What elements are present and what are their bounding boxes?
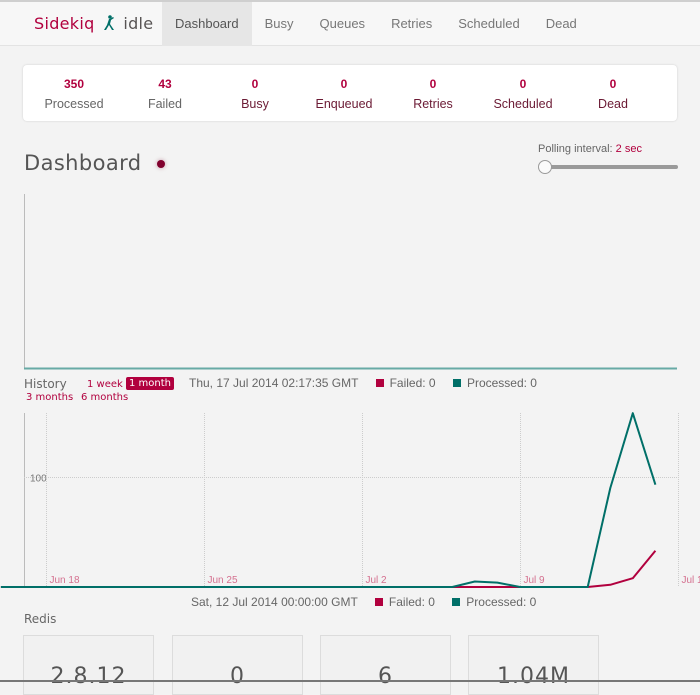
brand[interactable]: Sidekiq idle bbox=[34, 14, 153, 33]
failed-swatch-icon bbox=[376, 379, 384, 387]
stat-label: Busy bbox=[210, 97, 300, 111]
polling-label: Polling interval: bbox=[538, 143, 613, 155]
history-x-tick-label: Jun 18 bbox=[50, 575, 80, 586]
history-series-failed bbox=[1, 551, 656, 587]
stat-count: 0 bbox=[388, 77, 478, 93]
history-label: History bbox=[24, 377, 67, 391]
history-chart: 100 Jun 18 Jun 25 Jul 2 Jul 9 Jul 16 bbox=[0, 405, 700, 590]
stat-count: 0 bbox=[210, 77, 300, 93]
status-text: idle bbox=[123, 14, 153, 33]
nav-dead[interactable]: Dead bbox=[533, 2, 590, 46]
nav-retries[interactable]: Retries bbox=[378, 2, 445, 46]
stat-scheduled[interactable]: 0 Scheduled bbox=[478, 77, 568, 111]
nav-queues[interactable]: Queues bbox=[307, 2, 379, 46]
legend-failed: Failed: 0 bbox=[376, 376, 436, 390]
legend-processed: Processed: 0 bbox=[453, 376, 537, 390]
redis-label: Redis bbox=[24, 612, 56, 626]
stat-label: Retries bbox=[388, 97, 478, 111]
failed-swatch-icon bbox=[375, 598, 383, 606]
stat-label: Enqueued bbox=[299, 97, 389, 111]
stat-processed[interactable]: 350 Processed bbox=[29, 77, 119, 111]
history-x-tick-label: Jun 25 bbox=[208, 575, 238, 586]
history-legend-failed-label: Failed: 0 bbox=[389, 595, 435, 609]
stat-count: 0 bbox=[478, 77, 568, 93]
polling-slider-track[interactable] bbox=[545, 165, 678, 169]
stat-count: 0 bbox=[299, 77, 389, 93]
stat-dead[interactable]: 0 Dead bbox=[568, 77, 658, 111]
stat-retries[interactable]: 0 Retries bbox=[388, 77, 478, 111]
nav-scheduled[interactable]: Scheduled bbox=[445, 2, 532, 46]
polling-value: 2 sec bbox=[616, 143, 642, 155]
processed-swatch-icon bbox=[452, 598, 460, 606]
range-3-months[interactable]: 3 months bbox=[26, 392, 73, 403]
history-hover-timestamp: Sat, 12 Jul 2014 00:00:00 GMT bbox=[191, 595, 358, 609]
stat-busy[interactable]: 0 Busy bbox=[210, 77, 300, 111]
redis-version: 2.8.12 bbox=[24, 664, 153, 689]
beacon-indicator bbox=[157, 160, 165, 168]
redis-connections-box: 6 bbox=[320, 635, 451, 695]
legend-processed-label: Processed: 0 bbox=[467, 376, 537, 390]
stat-count: 350 bbox=[29, 77, 119, 93]
redis-memory-box: 1.04M bbox=[468, 635, 599, 695]
legend-failed-label: Failed: 0 bbox=[390, 376, 436, 390]
range-6-months[interactable]: 6 months bbox=[81, 392, 128, 403]
history-series-processed bbox=[1, 413, 656, 587]
polling-slider-thumb[interactable] bbox=[538, 160, 552, 174]
stat-label: Dead bbox=[568, 97, 658, 111]
history-x-tick-label: Jul 2 bbox=[366, 575, 388, 586]
brand-name: Sidekiq bbox=[34, 14, 95, 33]
redis-memory: 1.04M bbox=[469, 664, 598, 689]
navbar: Sidekiq idle Dashboard Busy Queues Retri… bbox=[0, 0, 700, 46]
main-nav: Dashboard Busy Queues Retries Scheduled … bbox=[162, 2, 590, 46]
realtime-timestamp: Thu, 17 Jul 2014 02:17:35 GMT bbox=[189, 376, 358, 390]
kiq-kicking-figure-icon bbox=[103, 15, 115, 31]
summary-bar: 350 Processed 43 Failed 0 Busy 0 Enqueue… bbox=[23, 65, 677, 121]
redis-version-box: 2.8.12 bbox=[23, 635, 154, 695]
range-1-week[interactable]: 1 week bbox=[87, 379, 123, 390]
history-legend-processed: Processed: 0 bbox=[452, 595, 536, 609]
stat-label: Scheduled bbox=[478, 97, 568, 111]
history-y-tick-label: 100 bbox=[30, 474, 47, 485]
stat-label: Failed bbox=[120, 97, 210, 111]
redis-uptime: 0 bbox=[173, 664, 302, 689]
stat-count: 43 bbox=[120, 77, 210, 93]
history-x-tick-label: Jul 9 bbox=[524, 575, 546, 586]
polling-interval-label: Polling interval: 2 sec bbox=[538, 143, 642, 155]
processed-swatch-icon bbox=[453, 379, 461, 387]
redis-uptime-box: 0 bbox=[172, 635, 303, 695]
page-title: Dashboard bbox=[24, 151, 142, 175]
stat-label: Processed bbox=[29, 97, 119, 111]
nav-busy[interactable]: Busy bbox=[252, 2, 307, 46]
nav-dashboard[interactable]: Dashboard bbox=[162, 2, 252, 46]
stat-count: 0 bbox=[568, 77, 658, 93]
history-x-tick-label: Jul 16 bbox=[682, 575, 700, 586]
history-legend-processed-label: Processed: 0 bbox=[466, 595, 536, 609]
history-legend-failed: Failed: 0 bbox=[375, 595, 435, 609]
redis-connections: 6 bbox=[321, 664, 450, 689]
realtime-legend: Thu, 17 Jul 2014 02:17:35 GMT Failed: 0 … bbox=[189, 376, 537, 390]
range-1-month[interactable]: 1 month bbox=[126, 377, 174, 390]
stat-enqueued[interactable]: 0 Enqueued bbox=[299, 77, 389, 111]
realtime-chart bbox=[0, 190, 700, 375]
history-legend: Sat, 12 Jul 2014 00:00:00 GMT Failed: 0 … bbox=[191, 595, 536, 609]
stat-failed[interactable]: 43 Failed bbox=[120, 77, 210, 111]
